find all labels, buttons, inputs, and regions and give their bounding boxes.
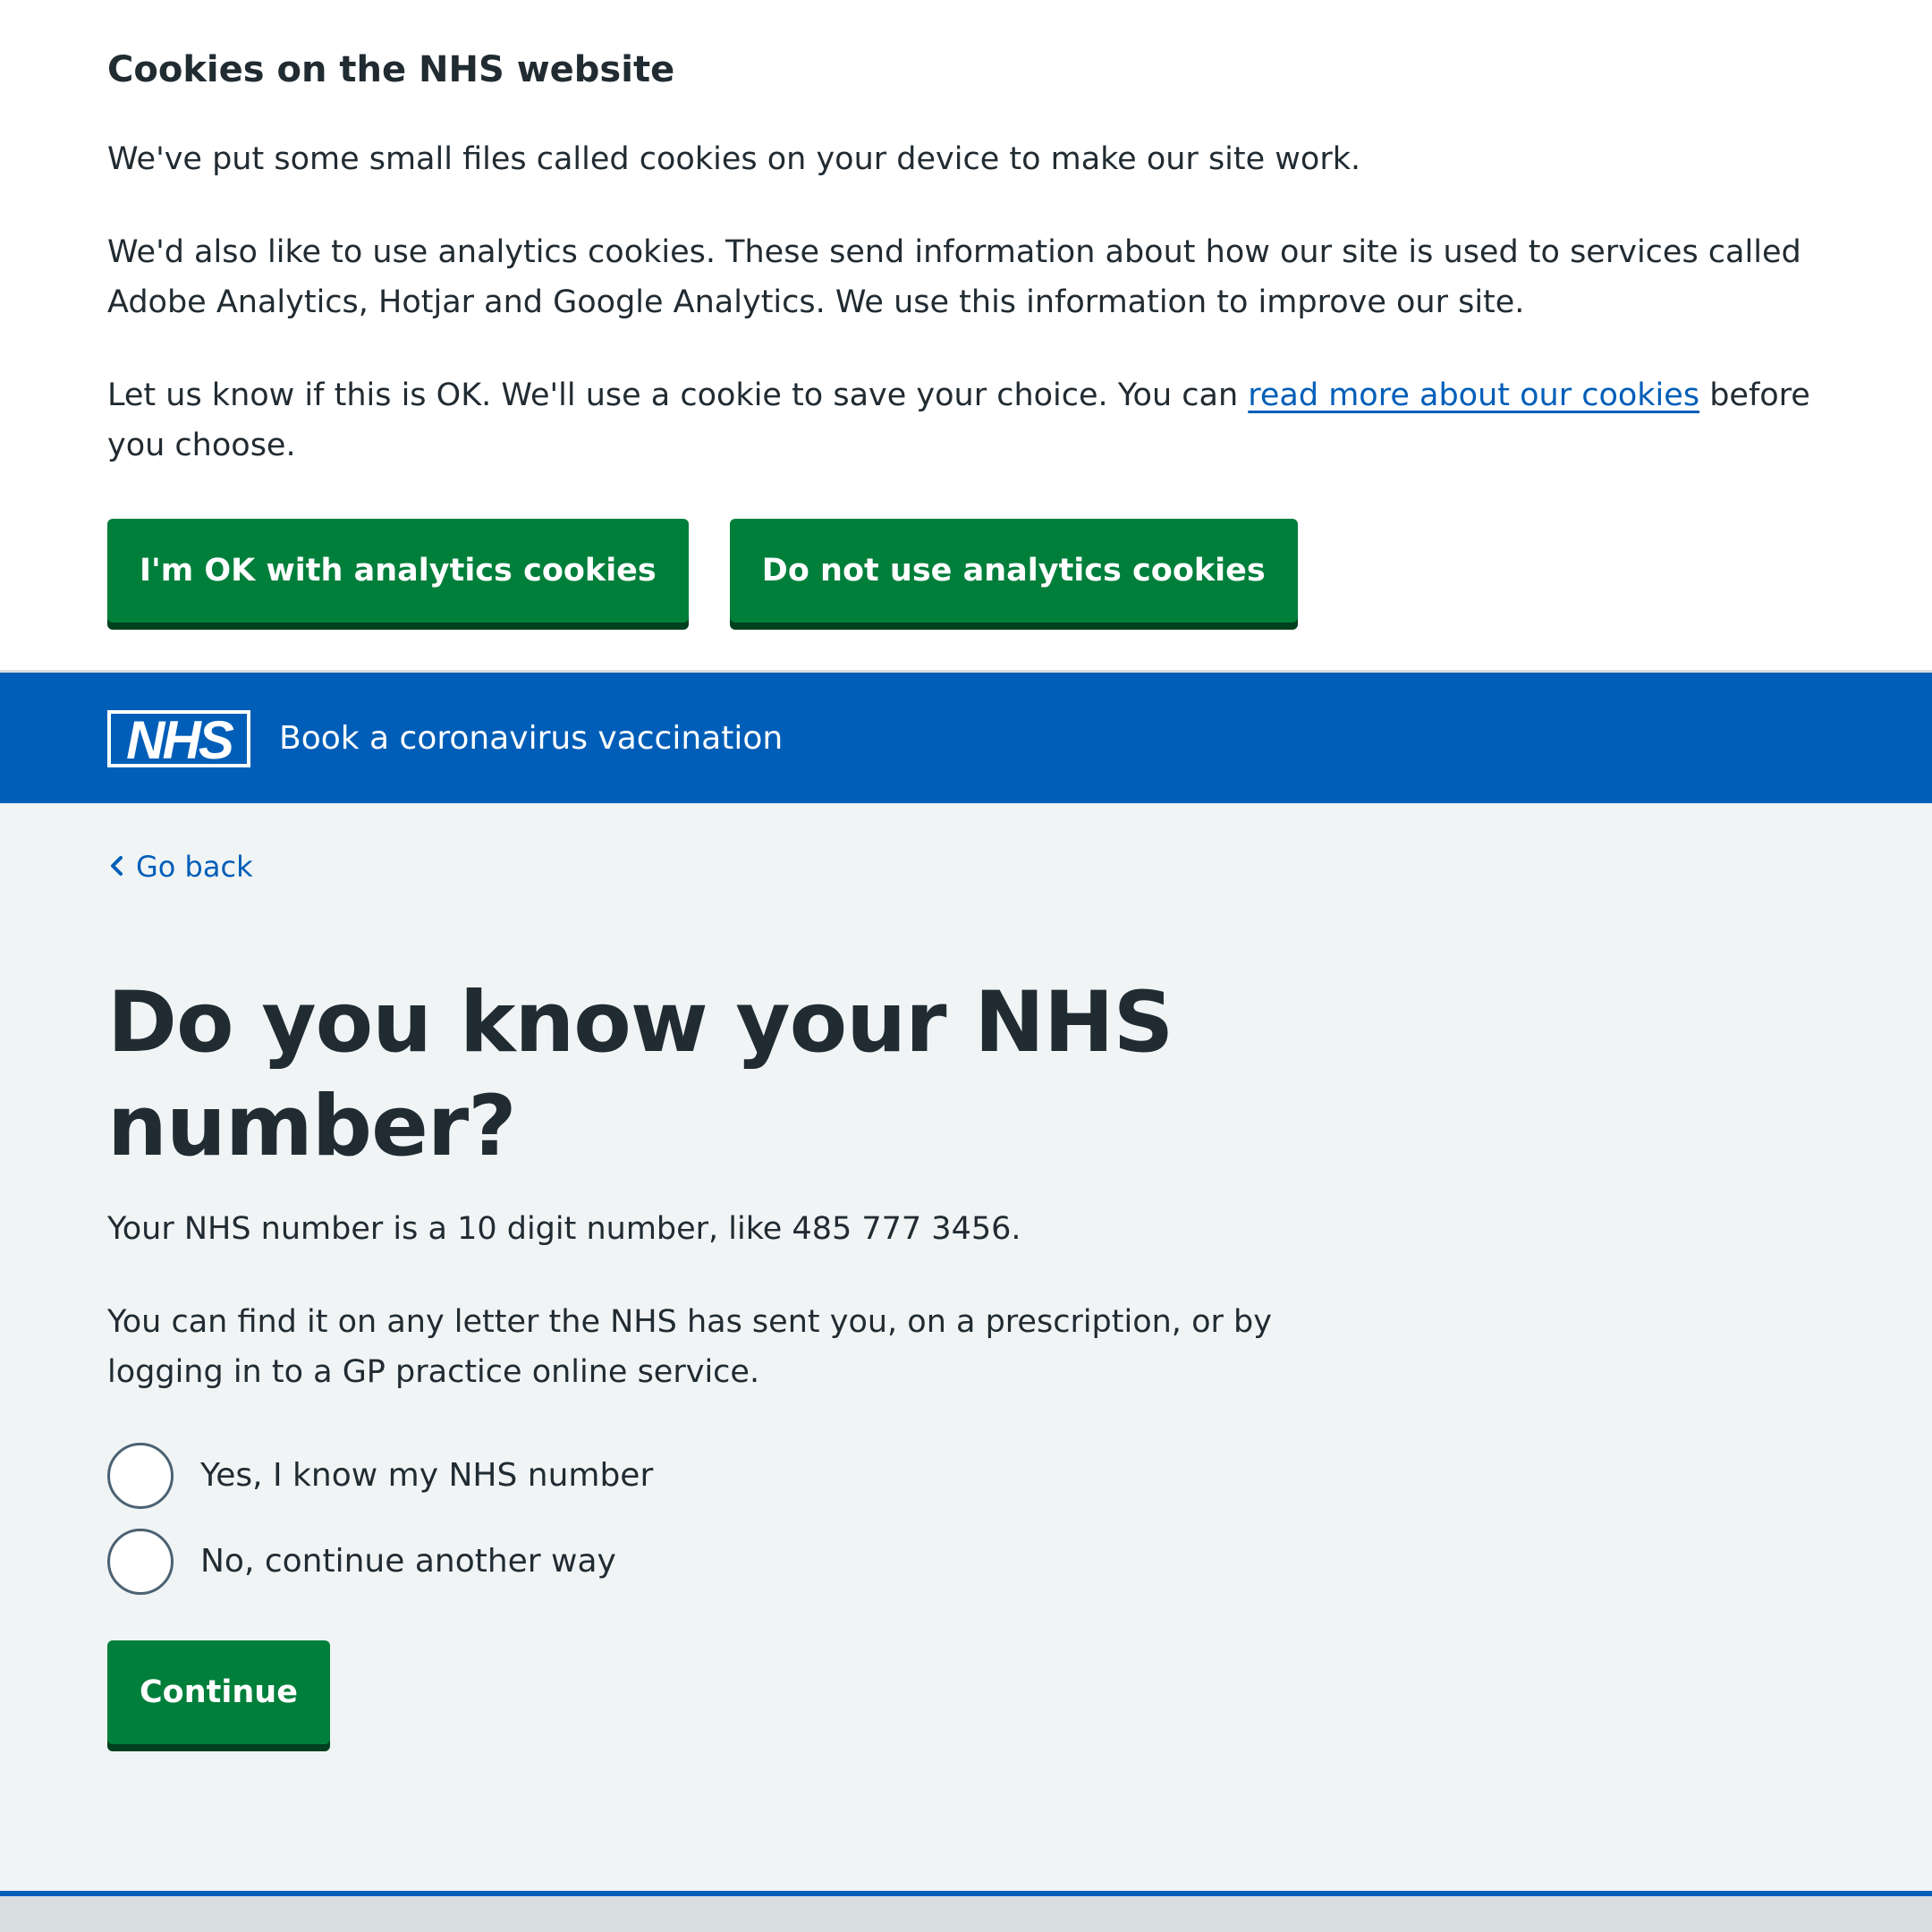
site-header: NHS Book a coronavirus vaccination [0,673,1932,803]
nhs-logo[interactable]: NHS [107,710,250,767]
radio-label-no: No, continue another way [200,1543,616,1580]
cookie-paragraph-1: We've put some small files called cookie… [107,141,1361,177]
radio-option-no[interactable]: No, continue another way [107,1526,616,1597]
continue-button[interactable]: Continue [107,1640,330,1744]
radio-button-yes[interactable] [107,1443,174,1509]
continue-button-wrapper: Continue [107,1640,371,1744]
nhs-logo-text: NHS [126,710,234,767]
radio-option-yes[interactable]: Yes, I know my NHS number [107,1440,653,1512]
cookie-paragraph-3: Let us know if this is OK. We'll use a c… [107,370,1825,470]
service-name[interactable]: Book a coronavirus vaccination [279,714,783,764]
nhs-number-format-hint: Your NHS number is a 10 digit number, li… [107,1211,1021,1247]
chevron-left-icon [111,856,123,876]
reject-analytics-cookies-button[interactable]: Do not use analytics cookies [729,519,1298,623]
cookie-button-row: I'm OK with analytics cookies Do not use … [107,519,1339,623]
cookie-banner: Cookies on the NHS website We've put som… [0,0,1932,673]
cookie-banner-title: Cookies on the NHS website [107,49,675,90]
read-more-cookies-link[interactable]: read more about our cookies [1248,377,1699,413]
footer-strip [0,1891,1932,1932]
go-back-link[interactable]: Go back [107,844,253,889]
go-back-label: Go back [136,850,253,884]
cookie-paragraph-2: We'd also like to use analytics cookies.… [107,234,1801,320]
accept-analytics-cookies-button[interactable]: I'm OK with analytics cookies [107,519,689,623]
radio-button-no[interactable] [107,1529,174,1595]
nhs-number-location-hint: You can find it on any letter the NHS ha… [107,1304,1272,1390]
page-title: Do you know your NHS number? [107,974,1174,1175]
radio-label-yes: Yes, I know my NHS number [200,1457,654,1494]
cookie-banner-content: Cookies on the NHS website We've put som… [107,47,1825,513]
cookie-paragraph-3-start: Let us know if this is OK. We'll use a c… [107,377,1249,413]
